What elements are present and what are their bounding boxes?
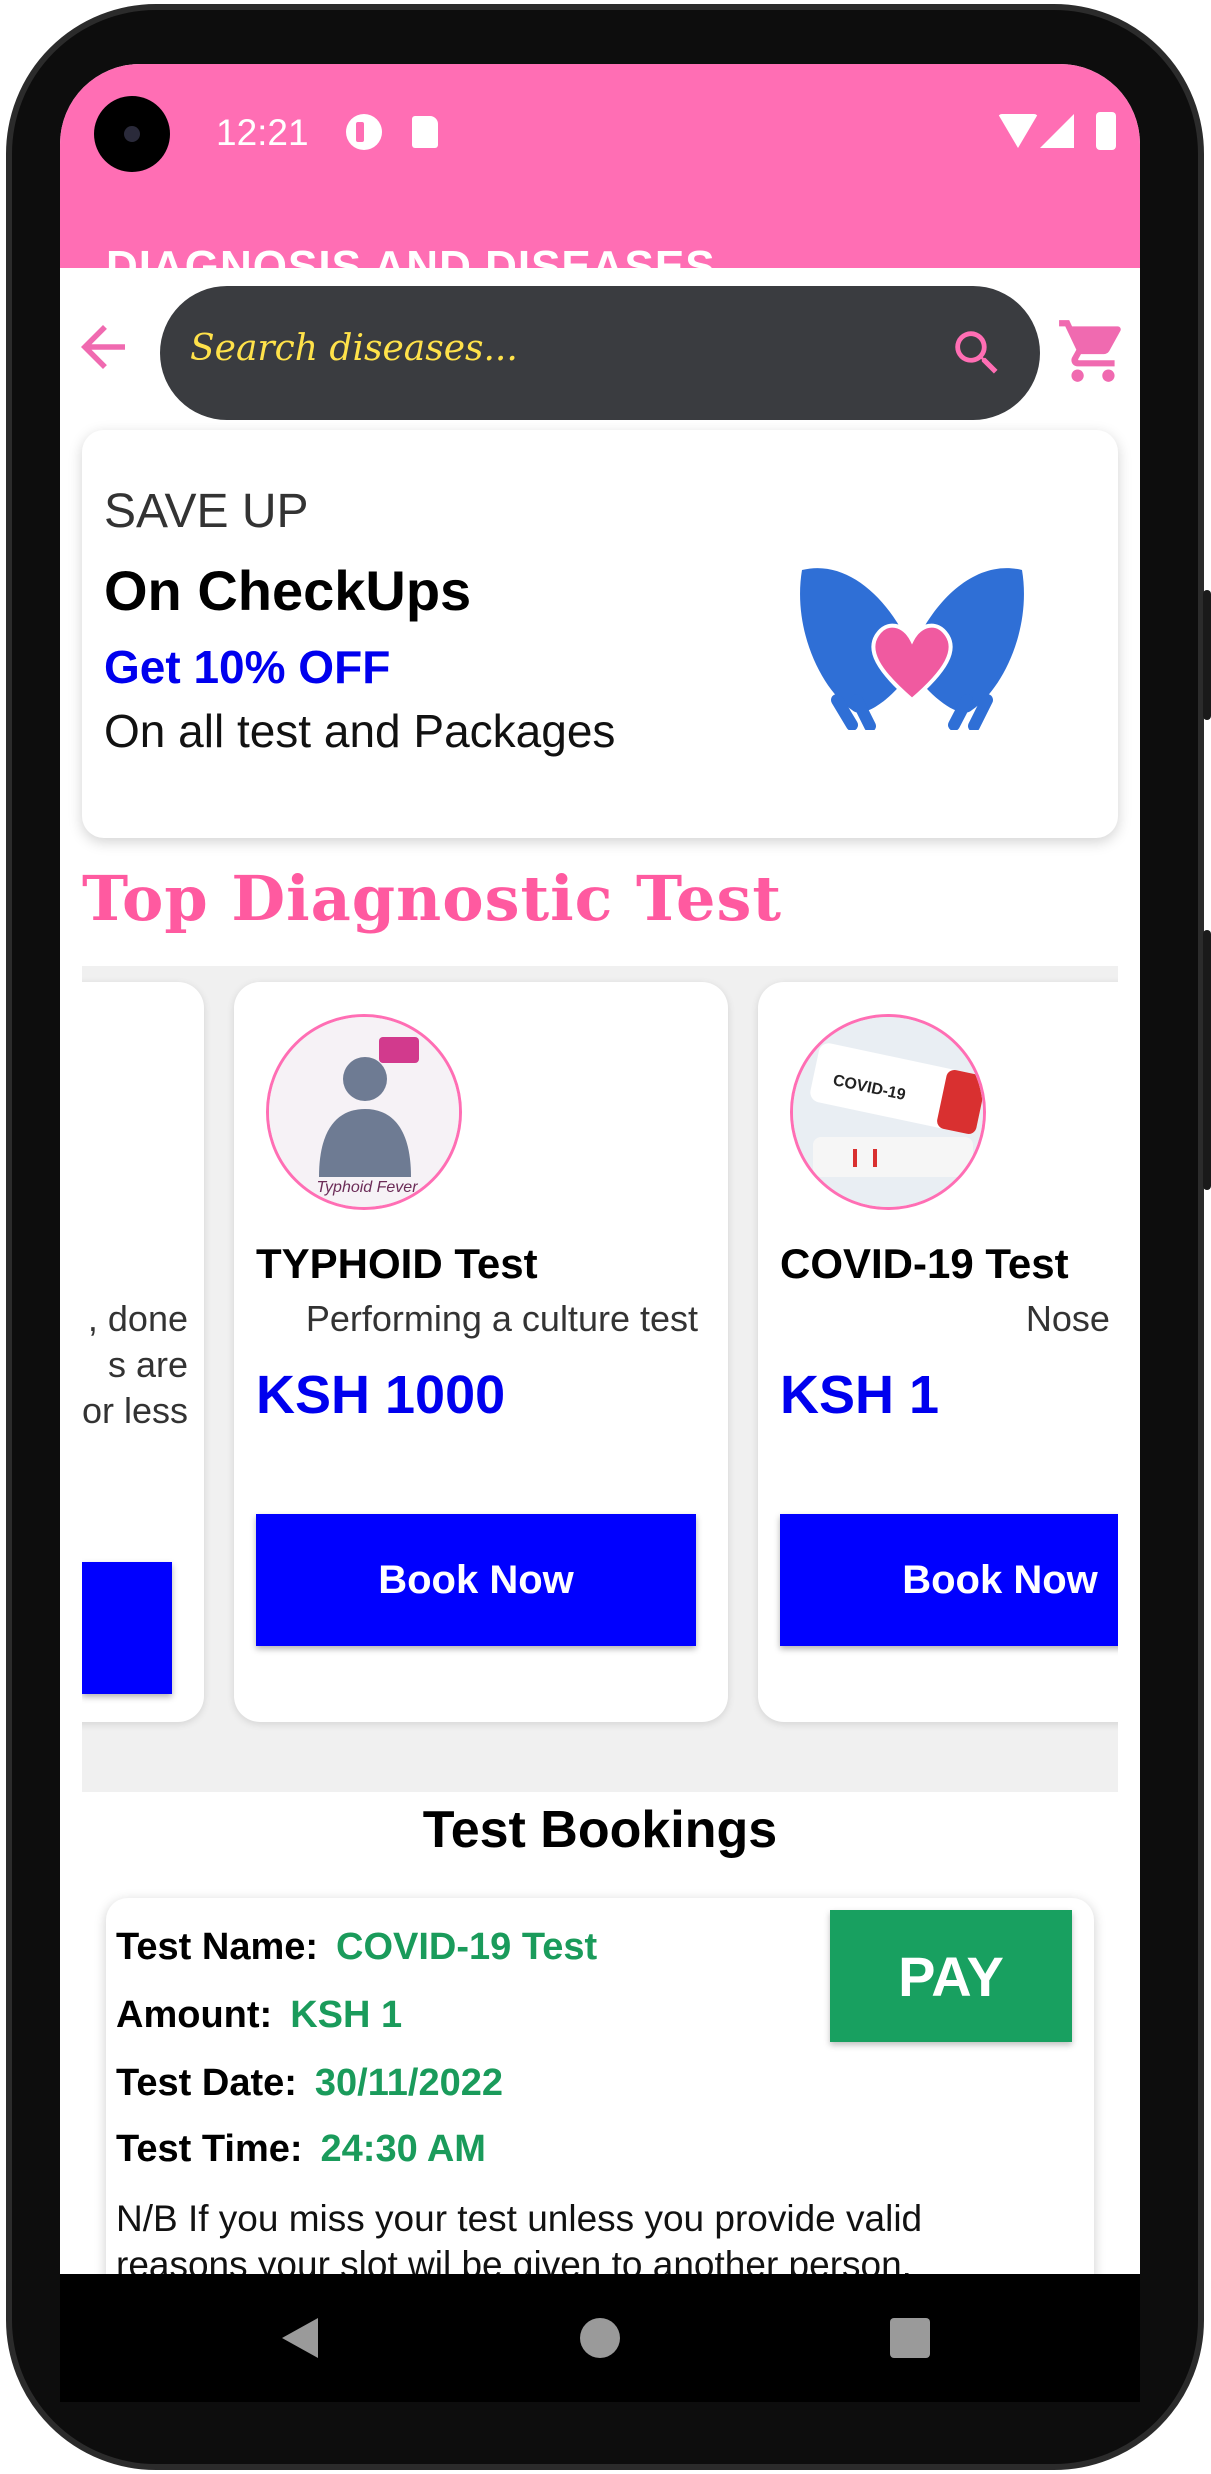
- pay-button[interactable]: PAY: [830, 1910, 1072, 2042]
- test-card[interactable]: COVID-19 COVID-19 Test Nose swabs KSH 1 …: [758, 982, 1118, 1722]
- bookings-title: Test Bookings: [422, 1801, 778, 1859]
- search-input[interactable]: Search diseases...: [160, 286, 1040, 420]
- volume-button: [1203, 930, 1211, 1190]
- booking-test-name: Test Name: COVID-19 Test: [116, 1926, 597, 1969]
- test-name: TYPHOID Test: [256, 1240, 538, 1287]
- nav-back-icon[interactable]: [282, 2318, 318, 2358]
- front-camera: [94, 96, 170, 172]
- date-label: Test Date:: [116, 2062, 297, 2104]
- promo-save-up: SAVE UP: [104, 485, 309, 538]
- date-value: 30/11/2022: [314, 2062, 503, 2104]
- wifi-icon: [998, 114, 1038, 148]
- test-name-label: Test Name:: [116, 1926, 319, 1968]
- navigation-bar: [60, 2274, 1140, 2402]
- sd-card-icon: [412, 116, 438, 148]
- promo-discount: Get 10% OFF: [104, 641, 391, 693]
- screen: 12:21 DIAGNOSIS AND DISEASES Search dise…: [60, 64, 1140, 2274]
- booking-date: Test Date: 30/11/2022: [116, 2062, 503, 2105]
- book-now-button[interactable]: [82, 1562, 172, 1694]
- test-price: KSH 1: [780, 1365, 940, 1425]
- section-title: Top Diagnostic Test: [82, 862, 783, 935]
- desc-line: , done: [87, 1298, 188, 1339]
- covid-avatar: COVID-19: [790, 1014, 986, 1210]
- test-card[interactable]: , done s are or less: [82, 982, 204, 1722]
- covid-image: COVID-19: [793, 1017, 983, 1207]
- heart-hands-icon: [800, 568, 1024, 730]
- test-carousel[interactable]: , done s are or less Typhoid Fever TYPHO…: [82, 966, 1118, 1792]
- booking-card: Test Name: COVID-19 Test Amount: KSH 1 Tes…: [106, 1898, 1094, 2274]
- booking-amount: Amount: KSH 1: [116, 1994, 402, 2037]
- amount-value: KSH 1: [290, 1994, 403, 2036]
- time-label: Test Time:: [116, 2128, 303, 2170]
- search-placeholder: Search diseases...: [190, 328, 518, 369]
- search-icon[interactable]: [948, 324, 1006, 382]
- arrow-left-icon[interactable]: [70, 314, 136, 380]
- test-name-value: COVID-19 Test: [336, 1926, 598, 1968]
- notification-icon: [346, 114, 382, 150]
- app-bar: 12:21 DIAGNOSIS AND DISEASES: [60, 64, 1140, 268]
- cart-icon[interactable]: [1056, 314, 1130, 388]
- book-now-button[interactable]: Book Now: [780, 1514, 1118, 1646]
- test-name: COVID-19 Test: [780, 1240, 1069, 1287]
- test-description: Performing a culture test: [305, 1298, 698, 1339]
- status-time: 12:21: [216, 112, 309, 153]
- typhoid-avatar: Typhoid Fever: [266, 1014, 462, 1210]
- promo-banner[interactable]: SAVE UP On CheckUps Get 10% OFF On all t…: [82, 430, 1118, 838]
- nav-recents-icon[interactable]: [890, 2318, 930, 2358]
- battery-icon: [1096, 112, 1116, 150]
- test-price: KSH 1000: [256, 1365, 506, 1425]
- desc-line: or less: [82, 1390, 188, 1431]
- test-card[interactable]: Typhoid Fever TYPHOID Test Performing a …: [234, 982, 728, 1722]
- typhoid-image: Typhoid Fever: [269, 1017, 459, 1207]
- test-description: Nose swabs: [1025, 1298, 1118, 1339]
- typhoid-caption: Typhoid Fever: [316, 1179, 418, 1196]
- booking-note: N/B If you miss your test unless you pro…: [116, 2198, 923, 2274]
- desc-line: s are: [107, 1344, 188, 1385]
- test-description: , done s are or less: [82, 1296, 188, 1434]
- app-bar-title: DIAGNOSIS AND DISEASES: [106, 242, 716, 268]
- signal-icon: [1040, 114, 1074, 148]
- booking-time: Test Time: 24:30 AM: [116, 2128, 486, 2171]
- power-button: [1203, 590, 1211, 720]
- book-now-button[interactable]: Book Now: [256, 1514, 696, 1646]
- amount-label: Amount:: [116, 1994, 273, 2036]
- promo-description: On all test and Packages: [104, 705, 616, 757]
- nav-home-icon[interactable]: [580, 2318, 620, 2358]
- time-value: 24:30 AM: [320, 2128, 486, 2170]
- promo-checkups: On CheckUps: [104, 559, 472, 622]
